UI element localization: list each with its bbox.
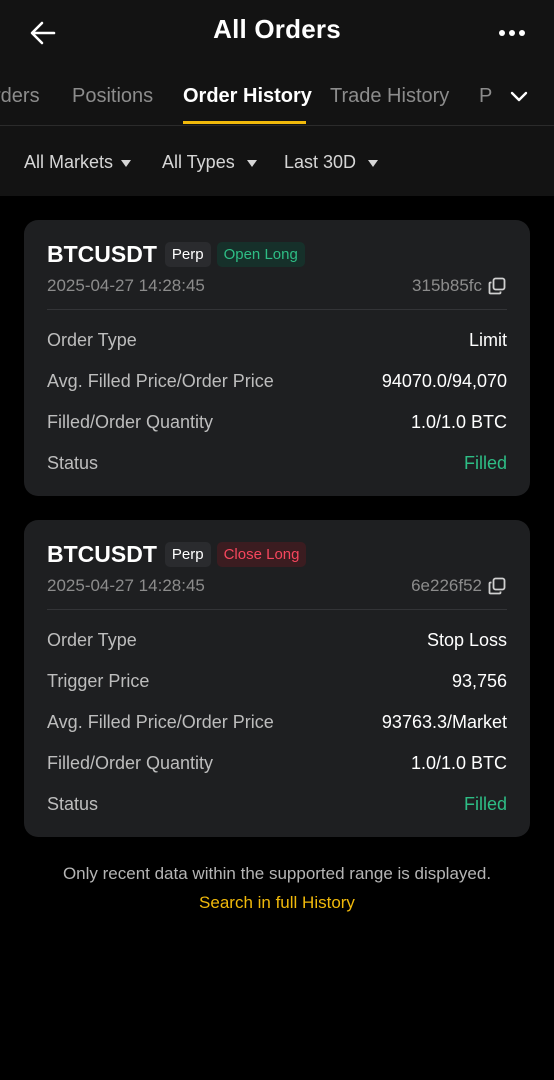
filter-types-dropdown[interactable]: All Types bbox=[162, 152, 257, 173]
caret-down-icon bbox=[121, 159, 132, 167]
order-id: 315b85fc bbox=[412, 276, 482, 295]
detail-label: Avg. Filled Price/Order Price bbox=[47, 370, 274, 391]
detail-row: Trigger Price 93,756 bbox=[47, 669, 507, 693]
detail-label: Status bbox=[47, 793, 99, 814]
status-value: Filled bbox=[463, 452, 507, 473]
detail-value: 93,756 bbox=[451, 670, 507, 691]
detail-label: Order Type bbox=[47, 629, 137, 650]
order-header: BTCUSDT Perp Open Long bbox=[47, 240, 305, 268]
card-divider bbox=[47, 309, 507, 310]
filter-period-dropdown[interactable]: Last 30D bbox=[284, 152, 379, 173]
more-options-button[interactable] bbox=[492, 16, 532, 50]
chevron-down-icon bbox=[510, 91, 528, 102]
order-card[interactable]: BTCUSDT Perp Open Long 2025-04-27 14:28:… bbox=[24, 220, 530, 496]
detail-label: Trigger Price bbox=[47, 670, 150, 691]
tab-open-orders[interactable]: rders bbox=[0, 85, 40, 108]
caret-down-icon bbox=[368, 159, 379, 167]
detail-value: Stop Loss bbox=[426, 629, 507, 650]
order-id-copy[interactable]: 315b85fc bbox=[412, 276, 506, 296]
order-id-copy[interactable]: 6e226f52 bbox=[411, 576, 506, 596]
detail-value: 1.0/1.0 BTC bbox=[410, 411, 507, 432]
back-button[interactable] bbox=[26, 16, 60, 50]
tabs-expand-button[interactable] bbox=[508, 86, 530, 108]
order-symbol: BTCUSDT bbox=[47, 540, 157, 567]
detail-row: Status Filled bbox=[47, 451, 507, 475]
detail-value: 94070.0/94,070 bbox=[381, 370, 507, 391]
order-id: 6e226f52 bbox=[411, 576, 482, 595]
filter-period-label: Last 30D bbox=[284, 152, 357, 172]
status-value: Filled bbox=[463, 793, 507, 814]
tab-order-history[interactable]: Order History bbox=[183, 85, 312, 108]
filter-bar: All Markets All Types Last 30D bbox=[0, 126, 554, 196]
tab-positions[interactable]: Positions bbox=[72, 85, 153, 108]
filter-markets-label: All Markets bbox=[24, 152, 114, 172]
order-time: 2025-04-27 14:28:45 bbox=[47, 276, 205, 295]
copy-icon bbox=[488, 577, 506, 595]
order-card[interactable]: BTCUSDT Perp Close Long 2025-04-27 14:28… bbox=[24, 520, 530, 837]
market-type-badge: Perp bbox=[164, 541, 211, 567]
detail-value: Limit bbox=[468, 329, 507, 350]
detail-row: Status Filled bbox=[47, 792, 507, 816]
side-badge: Open Long bbox=[216, 241, 305, 267]
tab-bar: rders Positions Order History Trade Hist… bbox=[0, 66, 554, 126]
detail-value: 93763.3/Market bbox=[381, 711, 507, 732]
order-time: 2025-04-27 14:28:45 bbox=[47, 576, 205, 595]
detail-row: Avg. Filled Price/Order Price 94070.0/94… bbox=[47, 369, 507, 393]
caret-down-icon bbox=[246, 159, 257, 167]
more-dots-icon bbox=[499, 30, 505, 36]
arrow-left-icon bbox=[30, 21, 56, 45]
side-badge: Close Long bbox=[216, 541, 307, 567]
order-header: BTCUSDT Perp Close Long bbox=[47, 540, 307, 568]
detail-label: Avg. Filled Price/Order Price bbox=[47, 711, 274, 732]
filter-types-label: All Types bbox=[162, 152, 235, 172]
detail-value: 1.0/1.0 BTC bbox=[410, 752, 507, 773]
detail-row: Avg. Filled Price/Order Price 93763.3/Ma… bbox=[47, 710, 507, 734]
detail-label: Order Type bbox=[47, 329, 137, 350]
detail-row: Filled/Order Quantity 1.0/1.0 BTC bbox=[47, 751, 507, 775]
range-notice: Only recent data within the supported ra… bbox=[62, 864, 492, 883]
detail-row: Order Type Limit bbox=[47, 328, 507, 352]
filter-markets-dropdown[interactable]: All Markets bbox=[24, 152, 132, 173]
page-title: All Orders bbox=[213, 14, 341, 44]
detail-label: Filled/Order Quantity bbox=[47, 752, 214, 773]
copy-icon bbox=[488, 277, 506, 295]
app-header: All Orders bbox=[0, 0, 554, 66]
tab-trade-history[interactable]: Trade History bbox=[330, 85, 449, 108]
full-history-link[interactable]: Search in full History bbox=[0, 893, 554, 913]
detail-label: Status bbox=[47, 452, 99, 473]
detail-label: Filled/Order Quantity bbox=[47, 411, 214, 432]
order-symbol: BTCUSDT bbox=[47, 240, 157, 267]
card-divider bbox=[47, 609, 507, 610]
active-tab-indicator bbox=[183, 121, 306, 124]
detail-row: Filled/Order Quantity 1.0/1.0 BTC bbox=[47, 410, 507, 434]
tab-overflow[interactable]: P bbox=[479, 85, 492, 108]
detail-row: Order Type Stop Loss bbox=[47, 628, 507, 652]
market-type-badge: Perp bbox=[164, 241, 211, 267]
